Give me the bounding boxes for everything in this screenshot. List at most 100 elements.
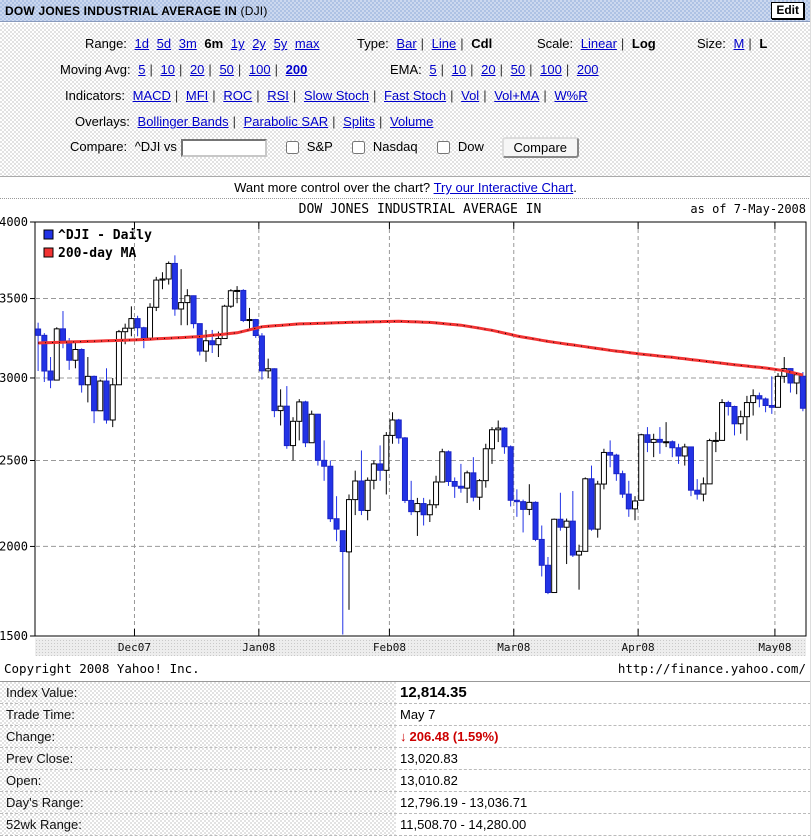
ind-roc[interactable]: ROC — [223, 88, 252, 103]
candle-body — [129, 319, 134, 329]
ind-fast-stoch[interactable]: Fast Stoch — [384, 88, 446, 103]
ema-200[interactable]: 200 — [577, 62, 599, 77]
ind-slow-stoch[interactable]: Slow Stoch — [304, 88, 369, 103]
candle-body — [154, 280, 159, 307]
row-label: Day's Range: — [0, 792, 396, 813]
candle-body — [353, 481, 358, 500]
ovl-bollinger[interactable]: Bollinger Bands — [138, 114, 229, 129]
scale-log-selected[interactable]: Log — [632, 36, 656, 51]
candle-body — [577, 551, 582, 555]
range-5y[interactable]: 5y — [274, 36, 288, 51]
ma-legend-swatch — [44, 248, 53, 257]
ema-100[interactable]: 100 — [540, 62, 562, 77]
table-row-52wk-range: 52wk Range: 11,508.70 - 14,280.00 — [0, 814, 811, 836]
size-control: Size: M L — [697, 36, 767, 54]
nasdaq-checkbox[interactable] — [352, 141, 365, 154]
candle-body — [682, 447, 687, 456]
ind-macd[interactable]: MACD — [133, 88, 171, 103]
candle-body — [707, 441, 712, 484]
ema-20[interactable]: 20 — [481, 62, 495, 77]
52wk-range-value: 11,508.70 - 14,280.00 — [400, 814, 811, 835]
y-axis-labels: 140001350013000125001200011500 — [0, 215, 28, 643]
ovl-splits[interactable]: Splits — [343, 114, 375, 129]
range-max[interactable]: max — [295, 36, 320, 51]
y-tick-label: 14000 — [0, 215, 28, 229]
row-label: Open: — [0, 770, 396, 791]
candle-body — [396, 420, 401, 438]
candle-body — [514, 500, 519, 501]
type-line[interactable]: Line — [432, 36, 457, 51]
candle-body — [601, 452, 606, 484]
ind-vol[interactable]: Vol — [461, 88, 479, 103]
range-2y[interactable]: 2y — [252, 36, 266, 51]
candle-body — [235, 290, 240, 291]
candle-body — [695, 490, 700, 494]
promo-text: Want more control over the chart? — [234, 180, 430, 195]
ind-rsi[interactable]: RSI — [267, 88, 289, 103]
ma-20[interactable]: 20 — [190, 62, 204, 77]
candle-body — [284, 406, 289, 445]
range-1d[interactable]: 1d — [135, 36, 149, 51]
table-row-prev-close: Prev Close: 13,020.83 — [0, 748, 811, 770]
candle-body — [378, 464, 383, 470]
dow-checkbox[interactable] — [437, 141, 450, 154]
candle-body — [110, 385, 115, 420]
sp-checkbox[interactable] — [286, 141, 299, 154]
overlays-control: Overlays: Bollinger Bands Parabolic SAR … — [75, 114, 433, 132]
chart-section: DOW JONES INDUSTRIAL AVERAGE IN as of 7-… — [0, 199, 811, 681]
y-tick-label: 12500 — [0, 454, 28, 468]
type-bar[interactable]: Bar — [396, 36, 416, 51]
range-3m[interactable]: 3m — [179, 36, 197, 51]
ind-wpr[interactable]: W%R — [554, 88, 587, 103]
table-row-change: Change: ↓206.48 (1.59%) — [0, 726, 811, 748]
size-l-selected[interactable]: L — [759, 36, 767, 51]
trade-time-value: May 7 — [400, 704, 811, 725]
indicators-control: Indicators: MACD MFI ROC RSI Slow Stoch … — [65, 88, 588, 106]
range-1y[interactable]: 1y — [231, 36, 245, 51]
candle-body — [477, 481, 482, 498]
range-6m-selected[interactable]: 6m — [204, 36, 223, 51]
index-value: 12,814.35 — [400, 682, 811, 703]
candle-body — [60, 329, 65, 341]
candle-body — [595, 484, 600, 529]
ma-100[interactable]: 100 — [249, 62, 271, 77]
candle-body — [42, 335, 47, 371]
type-cdl-selected[interactable]: Cdl — [471, 36, 492, 51]
candle-body — [334, 519, 339, 529]
edit-button[interactable]: Edit — [771, 2, 804, 19]
range-5d[interactable]: 5d — [157, 36, 171, 51]
ovl-volume[interactable]: Volume — [390, 114, 433, 129]
candle-body — [633, 501, 638, 509]
copyright-text: Copyright 2008 Yahoo! Inc. — [4, 661, 200, 676]
candle-body — [48, 371, 53, 380]
candle-body — [769, 406, 774, 408]
ind-mfi[interactable]: MFI — [186, 88, 208, 103]
indicators-label: Indicators: — [65, 88, 125, 103]
ma-200-selected[interactable]: 200 — [286, 62, 308, 77]
candle-body — [371, 464, 376, 480]
type-label: Type: — [357, 36, 389, 51]
candle-body — [104, 381, 109, 420]
days-range-value: 12,796.19 - 13,036.71 — [400, 792, 811, 813]
candle-body — [440, 452, 445, 482]
ema-5[interactable]: 5 — [429, 62, 436, 77]
ma-50[interactable]: 50 — [219, 62, 233, 77]
candle-body — [322, 460, 327, 466]
compare-symbol-input[interactable] — [181, 139, 267, 157]
candle-body — [259, 336, 264, 371]
ema-50[interactable]: 50 — [511, 62, 525, 77]
candle-body — [564, 521, 569, 527]
ema-10[interactable]: 10 — [452, 62, 466, 77]
ind-vol-ma[interactable]: Vol+MA — [494, 88, 539, 103]
size-m[interactable]: M — [734, 36, 745, 51]
interactive-chart-link[interactable]: Try our Interactive Chart — [434, 180, 574, 195]
scale-linear[interactable]: Linear — [581, 36, 617, 51]
dji-legend-swatch — [44, 230, 53, 239]
ovl-parabolic-sar[interactable]: Parabolic SAR — [244, 114, 329, 129]
table-row-trade-time: Trade Time: May 7 — [0, 704, 811, 726]
compare-button[interactable]: Compare — [502, 137, 579, 158]
symbol-code: (DJI) — [241, 4, 268, 18]
candle-body — [664, 442, 669, 443]
candle-body — [384, 435, 389, 470]
ma-10[interactable]: 10 — [160, 62, 174, 77]
